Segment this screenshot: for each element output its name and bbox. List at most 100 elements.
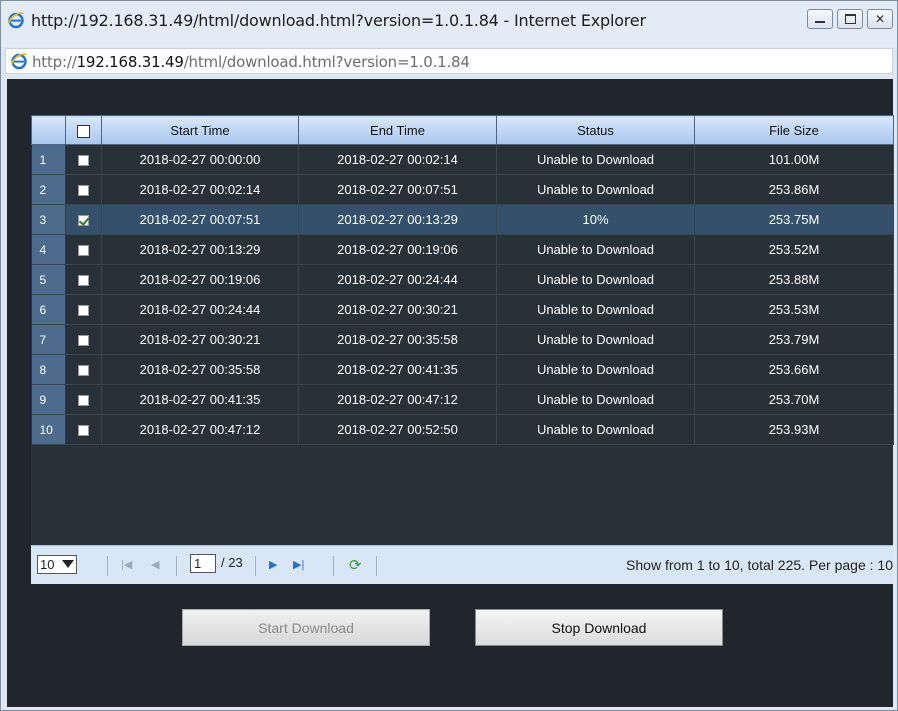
status-cell: Unable to Download: [496, 354, 695, 385]
row-number: 8: [31, 354, 66, 385]
close-button[interactable]: ✕: [867, 9, 893, 29]
download-page: Start Time End Time Status File Size 1 2…: [7, 79, 894, 707]
table-row[interactable]: 1 2018-02-27 00:00:00 2018-02-27 00:02:1…: [31, 144, 894, 175]
start-download-button[interactable]: Start Download: [182, 609, 430, 646]
table-row[interactable]: 4 2018-02-27 00:13:29 2018-02-27 00:19:0…: [31, 234, 894, 265]
maximize-button[interactable]: [837, 9, 863, 29]
end-time-cell: 2018-02-27 00:35:58: [298, 324, 497, 355]
row-checkbox[interactable]: [78, 275, 89, 287]
row-number: 10: [31, 414, 66, 445]
per-page-select[interactable]: 10: [37, 555, 77, 574]
row-number: 2: [31, 174, 66, 205]
start-time-cell: 2018-02-27 00:41:35: [101, 384, 299, 415]
status-cell: Unable to Download: [496, 294, 695, 325]
row-checkbox[interactable]: [78, 335, 89, 347]
status-cell: Unable to Download: [496, 384, 695, 415]
file-size-cell: 253.75M: [694, 204, 894, 235]
row-select-cell: [65, 234, 102, 265]
start-time-cell: 2018-02-27 00:47:12: [101, 414, 299, 445]
window-controls: ✕: [807, 9, 893, 29]
file-size-cell: 253.93M: [694, 414, 894, 445]
next-page-icon[interactable]: ▶: [269, 558, 277, 571]
end-time-cell: 2018-02-27 00:47:12: [298, 384, 497, 415]
start-time-cell: 2018-02-27 00:13:29: [101, 234, 299, 265]
end-time-cell: 2018-02-27 00:30:21: [298, 294, 497, 325]
row-checkbox[interactable]: [78, 365, 89, 377]
close-icon: ✕: [874, 12, 886, 26]
address-bar[interactable]: http://192.168.31.49/html/download.html?…: [5, 48, 893, 74]
row-number: 5: [31, 264, 66, 295]
status-cell: Unable to Download: [496, 144, 695, 175]
pagination-bar: 10 |◀ ◀ 1 / 23 ▶ ▶| ⟳ Show from 1 to 10,…: [31, 545, 893, 584]
row-select-cell: [65, 144, 102, 175]
file-size-cell: 253.52M: [694, 234, 894, 265]
url-path: /html/download.html?version=1.0.1.84: [183, 53, 470, 71]
internet-explorer-icon: [7, 11, 25, 29]
row-number: 7: [31, 324, 66, 355]
table-row[interactable]: 2 2018-02-27 00:02:14 2018-02-27 00:07:5…: [31, 174, 894, 205]
address-url: http://192.168.31.49/html/download.html?…: [32, 53, 470, 71]
column-header-file-size[interactable]: File Size: [694, 115, 894, 145]
table-row[interactable]: 7 2018-02-27 00:30:21 2018-02-27 00:35:5…: [31, 324, 894, 355]
row-checkbox[interactable]: [78, 395, 89, 407]
minimize-icon: [815, 21, 825, 23]
start-time-cell: 2018-02-27 00:07:51: [101, 204, 299, 235]
table-row[interactable]: 10 2018-02-27 00:47:12 2018-02-27 00:52:…: [31, 414, 894, 445]
pager-separator: [176, 556, 177, 576]
column-header-start-time[interactable]: Start Time: [101, 115, 299, 145]
start-time-cell: 2018-02-27 00:19:06: [101, 264, 299, 295]
end-time-cell: 2018-02-27 00:52:50: [298, 414, 497, 445]
table-header-row: Start Time End Time Status File Size: [31, 115, 894, 145]
file-size-cell: 253.53M: [694, 294, 894, 325]
status-cell: Unable to Download: [496, 234, 695, 265]
status-cell: Unable to Download: [496, 174, 695, 205]
status-cell: Unable to Download: [496, 414, 695, 445]
previous-page-icon[interactable]: ◀: [151, 558, 159, 571]
file-size-cell: 253.70M: [694, 384, 894, 415]
select-all-checkbox[interactable]: [77, 124, 90, 138]
pager-separator: [333, 556, 334, 576]
refresh-icon[interactable]: ⟳: [349, 556, 362, 574]
url-host: 192.168.31.49: [76, 53, 184, 71]
row-select-cell: [65, 384, 102, 415]
file-size-cell: 253.86M: [694, 174, 894, 205]
row-checkbox[interactable]: [78, 155, 89, 167]
row-number: 9: [31, 384, 66, 415]
download-grid: Start Time End Time Status File Size 1 2…: [31, 115, 894, 582]
file-size-cell: 253.66M: [694, 354, 894, 385]
row-checkbox[interactable]: [78, 425, 89, 437]
browser-window: http://192.168.31.49/html/download.html?…: [0, 0, 898, 711]
start-time-cell: 2018-02-27 00:35:58: [101, 354, 299, 385]
row-checkbox-checked[interactable]: [78, 215, 89, 227]
row-select-cell: [65, 354, 102, 385]
column-header-status[interactable]: Status: [496, 115, 695, 145]
page-number-input[interactable]: 1: [190, 554, 216, 573]
last-page-icon[interactable]: ▶|: [293, 558, 304, 571]
row-checkbox[interactable]: [78, 245, 89, 257]
row-number-header: [31, 115, 66, 145]
file-size-cell: 253.79M: [694, 324, 894, 355]
per-page-value: 10: [40, 557, 55, 572]
end-time-cell: 2018-02-27 00:07:51: [298, 174, 497, 205]
column-header-end-time[interactable]: End Time: [298, 115, 497, 145]
row-number: 1: [31, 144, 66, 175]
table-row[interactable]: 6 2018-02-27 00:24:44 2018-02-27 00:30:2…: [31, 294, 894, 325]
start-time-cell: 2018-02-27 00:00:00: [101, 144, 299, 175]
table-row[interactable]: 8 2018-02-27 00:35:58 2018-02-27 00:41:3…: [31, 354, 894, 385]
maximize-icon: [844, 14, 856, 24]
title-bar: http://192.168.31.49/html/download.html?…: [1, 1, 897, 47]
url-scheme: http://: [32, 53, 77, 71]
recording-table: Start Time End Time Status File Size 1 2…: [31, 115, 894, 445]
table-row[interactable]: 9 2018-02-27 00:41:35 2018-02-27 00:47:1…: [31, 384, 894, 415]
stop-download-button[interactable]: Stop Download: [475, 609, 723, 646]
row-number: 3: [31, 204, 66, 235]
end-time-cell: 2018-02-27 00:41:35: [298, 354, 497, 385]
row-checkbox[interactable]: [78, 305, 89, 317]
table-row-selected[interactable]: 3 2018-02-27 00:07:51 2018-02-27 00:13:2…: [31, 204, 894, 235]
row-select-cell: [65, 264, 102, 295]
row-checkbox[interactable]: [78, 185, 89, 197]
row-select-cell: [65, 174, 102, 205]
first-page-icon[interactable]: |◀: [121, 558, 132, 571]
table-row[interactable]: 5 2018-02-27 00:19:06 2018-02-27 00:24:4…: [31, 264, 894, 295]
minimize-button[interactable]: [807, 9, 833, 29]
